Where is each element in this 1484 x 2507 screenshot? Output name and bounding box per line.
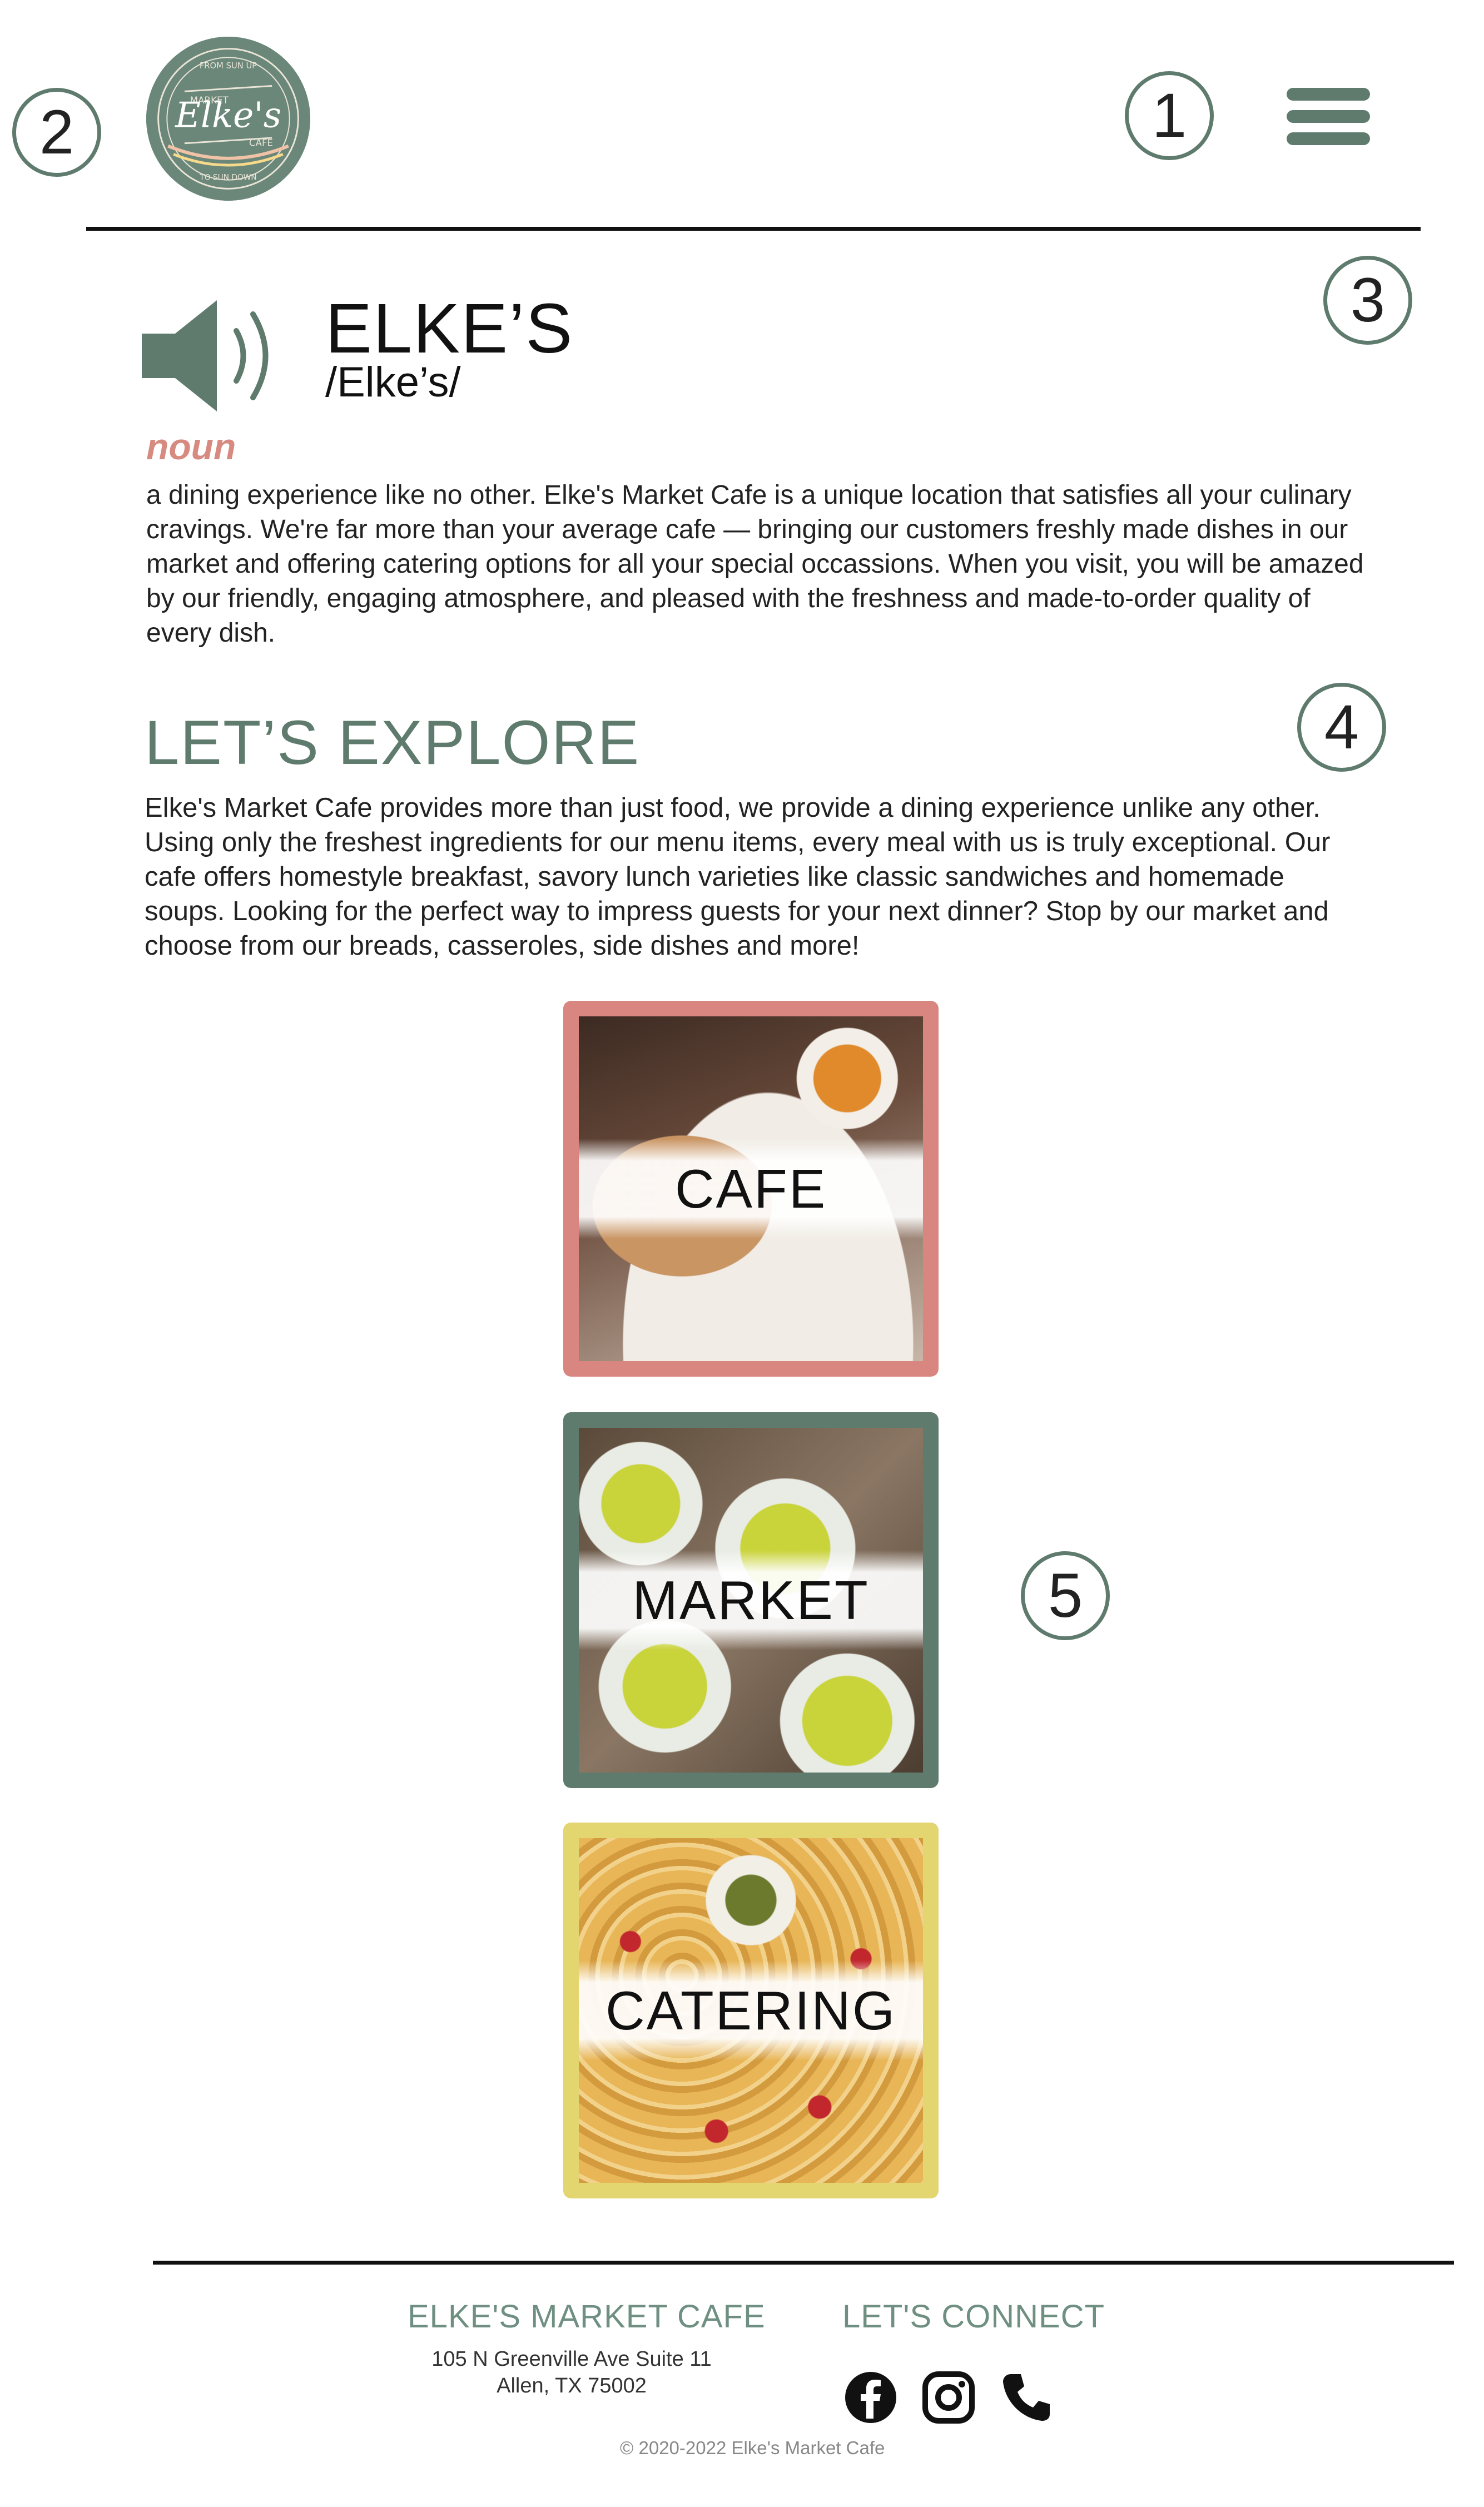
header-divider [86, 227, 1421, 231]
market-card[interactable]: MARKET [563, 1412, 939, 1788]
definition-phonetic: /Elke’s/ [325, 359, 461, 406]
hamburger-menu-icon[interactable] [1279, 83, 1379, 150]
callout-3: 3 [1323, 256, 1412, 345]
catering-card[interactable]: CATERING [563, 1823, 939, 2198]
copyright-text: © 2020-2022 Elke's Market Cafe [620, 2438, 885, 2458]
definition-part-of-speech: noun [146, 426, 236, 467]
footer-divider [153, 2261, 1454, 2265]
cafe-card-image: CAFE [579, 1016, 923, 1361]
callout-1: 1 [1125, 71, 1214, 160]
definition-word: ELKE’S [325, 289, 574, 368]
cafe-card-label: CAFE [674, 1158, 827, 1219]
cafe-card-band: CAFE [579, 1139, 923, 1239]
explore-text: Elke's Market Cafe provides more than ju… [145, 793, 1331, 961]
logo-top-text: FROM SUN UP [200, 61, 257, 71]
speaker-icon[interactable] [142, 300, 286, 411]
catering-card-band: CATERING [579, 1960, 923, 2061]
footer-address-line2: Allen, TX 75002 [497, 2374, 647, 2397]
logo-graphic: FROM SUN UP MARKET Elke's CAFE TO SUN DO… [148, 38, 309, 199]
phone-icon[interactable] [999, 2370, 1054, 2425]
definition-text: a dining experience like no other. Elke'… [146, 480, 1364, 648]
market-card-band: MARKET [579, 1550, 923, 1650]
market-card-label: MARKET [632, 1570, 870, 1631]
site-logo[interactable]: FROM SUN UP MARKET Elke's CAFE TO SUN DO… [146, 37, 310, 201]
footer-address-line1: 105 N Greenville Ave Suite 11 [431, 2347, 712, 2371]
market-card-image: MARKET [579, 1428, 923, 1773]
menu-bar-bottom [1287, 132, 1370, 145]
logo-bottom-text: TO SUN DOWN [199, 173, 256, 182]
callout-2: 2 [12, 88, 101, 177]
cafe-card[interactable]: CAFE [563, 1001, 939, 1377]
logo-right-text: CAFE [249, 137, 273, 148]
callout-4: 4 [1297, 683, 1386, 772]
catering-card-image: CATERING [579, 1838, 923, 2183]
menu-bar-top [1287, 88, 1370, 101]
instagram-icon[interactable] [921, 2370, 976, 2425]
menu-bar-middle [1287, 110, 1370, 123]
facebook-icon[interactable] [843, 2370, 899, 2425]
footer-brand-heading: ELKE'S MARKET CAFE [408, 2299, 766, 2335]
logo-center-text: Elke's [175, 95, 281, 135]
catering-card-label: CATERING [605, 1980, 897, 2041]
footer-connect-heading: LET'S CONNECT [842, 2299, 1105, 2335]
explore-heading: LET’S EXPLORE [145, 708, 641, 777]
callout-5: 5 [1021, 1551, 1110, 1640]
